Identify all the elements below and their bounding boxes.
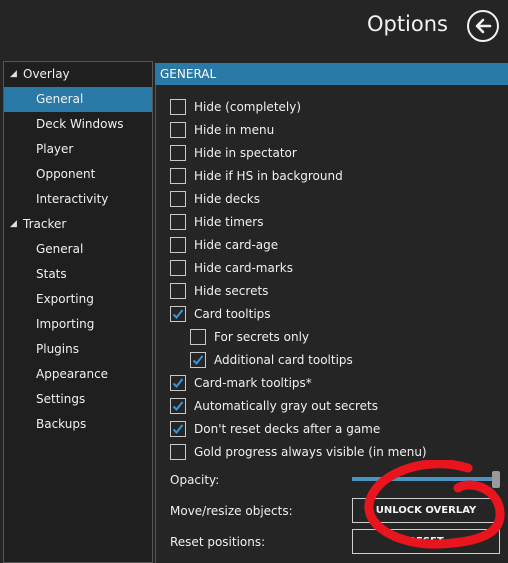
sidebar-item-plugins[interactable]: Plugins (4, 337, 152, 362)
checkbox-box[interactable] (170, 444, 186, 460)
sidebar-item-backups[interactable]: Backups (4, 412, 152, 437)
checkbox-label: Card tooltips (194, 307, 271, 321)
reset-button[interactable]: RESET (352, 529, 500, 554)
checkbox-box[interactable] (170, 99, 186, 115)
checkbox-label: Hide decks (194, 192, 260, 206)
checkbox-box[interactable] (190, 352, 206, 368)
checkbox-label: For secrets only (214, 330, 310, 344)
checkbox-box[interactable] (190, 329, 206, 345)
sidebar-item-tracker-general[interactable]: General (4, 237, 152, 262)
checkbox-label: Hide in spectator (194, 146, 297, 160)
checkbox-box[interactable] (170, 145, 186, 161)
expand-triangle-icon: ◢ (10, 69, 17, 79)
arrow-left-icon (475, 18, 492, 34)
checkbox-box[interactable] (170, 168, 186, 184)
opacity-slider-thumb[interactable] (492, 471, 500, 488)
sidebar-item-opponent[interactable]: Opponent (4, 162, 152, 187)
checkbox-label: Hide timers (194, 215, 264, 229)
checkbox-label: Card-mark tooltips* (194, 376, 312, 390)
checkbox-box[interactable] (170, 191, 186, 207)
checkmark-icon (192, 355, 204, 365)
checkbox-label: Hide card-age (194, 238, 279, 252)
sidebar-item-appearance[interactable]: Appearance (4, 362, 152, 387)
checkbox-label: Hide in menu (194, 123, 275, 137)
checkbox-box[interactable] (170, 421, 186, 437)
checkbox-box[interactable] (170, 306, 186, 322)
header: Options (0, 0, 508, 56)
checkbox-label: Hide secrets (194, 284, 269, 298)
checkbox-box[interactable] (170, 398, 186, 414)
sidebar-item-importing[interactable]: Importing (4, 312, 152, 337)
checkbox-label: Automatically gray out secrets (194, 399, 379, 413)
sidebar-group-overlay[interactable]: ◢ Overlay (4, 62, 152, 87)
checkbox-label: Don't reset decks after a game (194, 422, 381, 436)
sidebar-item-overlay-general[interactable]: General (4, 87, 152, 112)
reset-positions-label: Reset positions: (170, 535, 266, 549)
checkbox-box[interactable] (170, 260, 186, 276)
sidebar-item-exporting[interactable]: Exporting (4, 287, 152, 312)
checkmark-icon (172, 401, 184, 411)
opacity-slider[interactable] (352, 477, 496, 481)
sidebar-item-interactivity[interactable]: Interactivity (4, 187, 152, 212)
move-resize-label: Move/resize objects: (170, 504, 293, 518)
checkmark-icon (172, 378, 184, 388)
page-title: Options (366, 12, 448, 36)
checkbox-label: Hide card-marks (194, 261, 293, 275)
checkmark-icon (172, 309, 184, 319)
opacity-slider-fill (352, 477, 496, 481)
sidebar-group-tracker[interactable]: ◢ Tracker (4, 212, 152, 237)
unlock-overlay-button[interactable]: UNLOCK OVERLAY (352, 498, 500, 523)
checkbox-label: Gold progress always visible (in menu) (194, 445, 427, 459)
checkbox-box[interactable] (170, 122, 186, 138)
back-button[interactable] (467, 10, 499, 42)
sidebar-item-settings[interactable]: Settings (4, 387, 152, 412)
checkbox-label: Hide if HS in background (194, 169, 343, 183)
opacity-label: Opacity: (170, 473, 220, 487)
checkbox-box[interactable] (170, 375, 186, 391)
checkmark-icon (172, 424, 184, 434)
checkbox-box[interactable] (170, 283, 186, 299)
checkbox-label: Additional card tooltips (214, 353, 353, 367)
sidebar-item-stats[interactable]: Stats (4, 262, 152, 287)
sidebar-item-player[interactable]: Player (4, 137, 152, 162)
sidebar: ◢ Overlay General Deck Windows Player Op… (3, 61, 153, 563)
checkbox-box[interactable] (170, 214, 186, 230)
sidebar-item-deck-windows[interactable]: Deck Windows (4, 112, 152, 137)
checkbox-label: Hide (completely) (194, 100, 302, 114)
expand-triangle-icon: ◢ (10, 219, 17, 229)
section-header: GENERAL (155, 63, 508, 85)
checkbox-box[interactable] (170, 237, 186, 253)
